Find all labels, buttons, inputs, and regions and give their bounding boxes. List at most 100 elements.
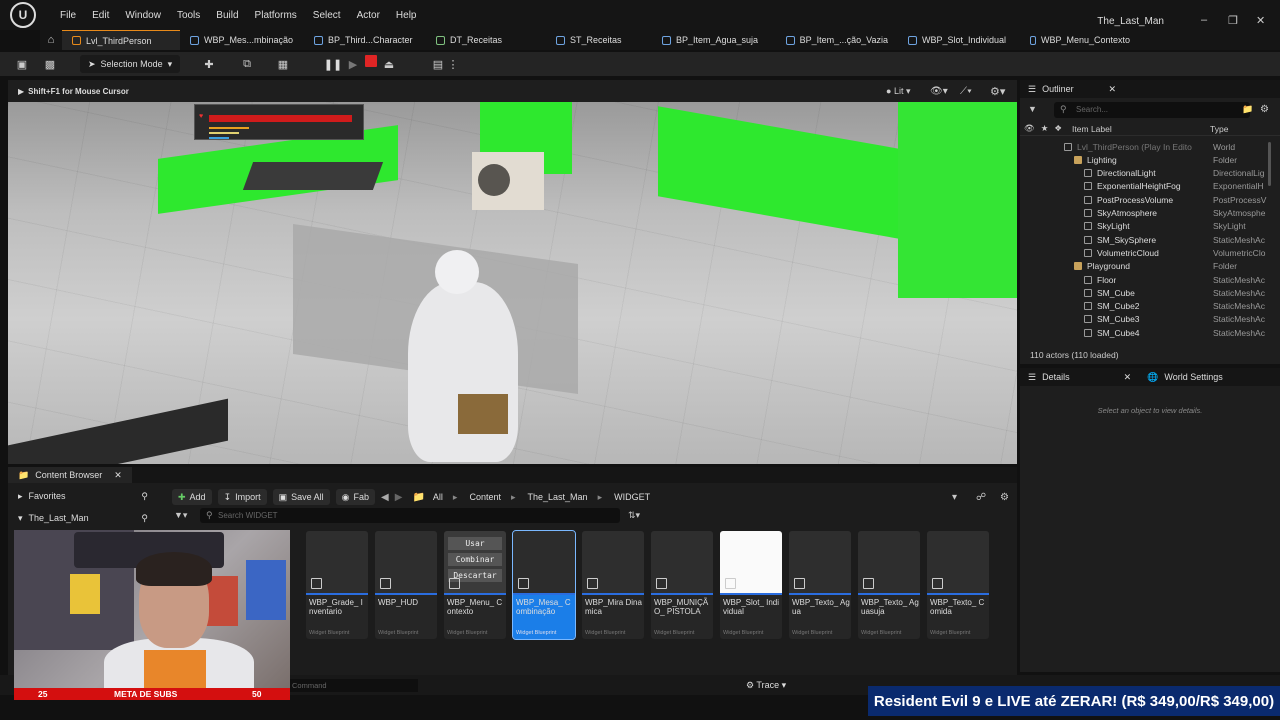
maximize-icon[interactable]: ❐ — [1228, 14, 1238, 27]
more-options-icon[interactable]: ⋮ — [448, 55, 459, 73]
asset-tile[interactable]: Usar Combinar Descartar WBP_Menu_ Contexto W… — [444, 531, 506, 639]
close-icon[interactable]: ✕ — [1124, 372, 1132, 383]
asset-tile[interactable]: WBP_Slot_ Individual Widget Blueprint — [720, 531, 782, 639]
outliner-row[interactable]: Lvl_ThirdPerson (Play In Edito World — [1020, 140, 1268, 153]
outliner-row[interactable]: SM_Cube StaticMeshAc — [1020, 286, 1268, 299]
add-folder-icon[interactable]: 📁 — [1242, 104, 1253, 115]
level-viewport[interactable]: ♥ — [8, 102, 1017, 464]
close-icon[interactable]: ✕ — [114, 470, 122, 481]
save-all-button[interactable]: ▣ Save All — [272, 489, 330, 505]
show-flags-icon[interactable]: 👁▾ — [930, 86, 948, 97]
tab-struct[interactable]: ST_Receitas — [546, 30, 652, 50]
asset-tile[interactable]: WBP_Texto_ Agua Widget Blueprint — [789, 531, 851, 639]
breadcrumb-all[interactable]: All — [433, 492, 443, 502]
outliner-row[interactable]: Floor StaticMeshAc — [1020, 273, 1268, 286]
breadcrumb-project[interactable]: The_Last_Man — [528, 492, 588, 502]
tab-datatable[interactable]: DT_Receitas — [426, 30, 546, 50]
fab-button[interactable]: ◉ Fab — [335, 489, 376, 505]
asset-tile[interactable]: WBP_MUNIÇÃO_ PISTOLA Widget Blueprint — [651, 531, 713, 639]
settings-icon[interactable]: ⚙ — [1000, 492, 1009, 503]
asset-tile[interactable]: WBP_Grade_ Inventario Widget Blueprint — [306, 531, 368, 639]
asset-tile[interactable]: WBP_Texto_ Aguasuja Widget Blueprint — [858, 531, 920, 639]
cinematics-icon[interactable]: ▦ — [272, 55, 294, 73]
chevron-down-icon[interactable]: ▾ — [952, 492, 957, 503]
filter-icon[interactable]: ▼▾ — [174, 510, 187, 521]
outliner-row[interactable]: ExponentialHeightFog ExponentialH — [1020, 180, 1268, 193]
home-icon[interactable]: ⌂ — [40, 31, 62, 49]
outliner-row[interactable]: SM_Cube4 StaticMeshAc — [1020, 326, 1268, 339]
close-icon[interactable]: ✕ — [1108, 84, 1116, 95]
tab-slot-individual[interactable]: WBP_Slot_Individual — [898, 30, 1020, 50]
outliner-row[interactable]: PostProcessVolume PostProcessV — [1020, 193, 1268, 206]
import-button[interactable]: ↧ Import — [217, 489, 267, 505]
search-icon[interactable]: ⚲ — [141, 491, 148, 502]
search-icon[interactable]: ⚲ — [141, 513, 148, 524]
details-tab[interactable]: ☰ Details — [1028, 372, 1070, 383]
tab-item-vazia[interactable]: BP_Item_...ção_Vazia — [776, 30, 898, 50]
view-mode-button[interactable]: ● Lit ▾ — [886, 86, 911, 97]
content-browser-tab[interactable]: 📁 Content Browser ✕ — [8, 467, 132, 483]
unreal-logo-icon[interactable]: U — [10, 2, 36, 28]
column-item-label[interactable]: Item Label — [1072, 124, 1112, 134]
blueprint-menu-icon[interactable]: ⧉ — [236, 55, 258, 73]
column-type[interactable]: Type — [1210, 124, 1228, 134]
tab-widget-mesa[interactable]: WBP_Mes...mbinação — [180, 30, 304, 50]
lock-icon[interactable]: ☍ — [976, 492, 986, 503]
menu-select[interactable]: Select — [305, 10, 349, 21]
save-icon[interactable]: ▣ — [14, 55, 30, 73]
outliner-search-input[interactable]: Search... — [1054, 102, 1250, 118]
filter-icon[interactable]: ▼ — [1028, 104, 1037, 114]
favorites-section[interactable]: ▸ Favorites ⚲ — [8, 486, 154, 506]
project-section[interactable]: ▾ The_Last_Man ⚲ — [8, 508, 154, 528]
outliner-tab[interactable]: ☰ Outliner ✕ — [1020, 80, 1280, 98]
asset-tile[interactable]: WBP_Texto_ Comida Widget Blueprint — [927, 531, 989, 639]
menu-help[interactable]: Help — [388, 10, 425, 21]
outliner-row[interactable]: Playground Folder — [1020, 260, 1268, 273]
menu-file[interactable]: File — [52, 10, 84, 21]
console-command-input[interactable]: Command — [286, 679, 418, 692]
tab-character[interactable]: BP_Third...Character — [304, 30, 426, 50]
menu-actor[interactable]: Actor — [349, 10, 388, 21]
outliner-scrollbar[interactable] — [1268, 142, 1271, 186]
add-actor-icon[interactable]: ✚ — [198, 55, 220, 73]
outliner-row[interactable]: SkyLight SkyLight — [1020, 220, 1268, 233]
menu-window[interactable]: Window — [117, 10, 169, 21]
outliner-row[interactable]: SM_Cube2 StaticMeshAc — [1020, 300, 1268, 313]
breadcrumb-widget[interactable]: WIDGET — [614, 492, 650, 502]
step-frame-icon[interactable]: ▶ — [346, 55, 360, 73]
viewport-menu-icon[interactable]: ▶ — [18, 87, 24, 96]
history-back-icon[interactable]: ◀ — [381, 492, 389, 503]
snapping-icon[interactable]: ⟋▾ — [960, 86, 972, 97]
sort-icon[interactable]: ⇅▾ — [628, 510, 640, 521]
outliner-row[interactable]: SM_SkySphere StaticMeshAc — [1020, 233, 1268, 246]
outliner-row[interactable]: Lighting Folder — [1020, 153, 1268, 166]
settings-icon[interactable]: ⚙ — [1260, 104, 1269, 115]
outliner-row[interactable]: VolumetricCloud VolumetricClo — [1020, 246, 1268, 259]
outliner-row[interactable]: SM_Cube3 StaticMeshAc — [1020, 313, 1268, 326]
tab-item-agua[interactable]: BP_Item_Agua_suja — [652, 30, 776, 50]
breadcrumb-content[interactable]: Content — [469, 492, 501, 502]
eject-icon[interactable]: ⏏ — [382, 55, 396, 73]
viewport-settings-icon[interactable]: ⚙▾ — [990, 85, 1005, 98]
asset-tile[interactable]: WBP_Mesa_ Combinação Widget Blueprint — [512, 530, 576, 640]
outliner-row[interactable]: SkyAtmosphere SkyAtmosphe — [1020, 207, 1268, 220]
outliner-row[interactable]: DirectionalLight DirectionalLig — [1020, 167, 1268, 180]
close-window-icon[interactable]: ✕ — [1256, 14, 1265, 27]
tab-level[interactable]: Lvl_ThirdPerson — [62, 30, 180, 50]
menu-platforms[interactable]: Platforms — [247, 10, 305, 21]
history-forward-icon[interactable]: ▶ — [395, 492, 403, 503]
source-control-icon[interactable]: ▩ — [42, 55, 58, 73]
asset-tile[interactable]: WBP_HUD Widget Blueprint — [375, 531, 437, 639]
menu-build[interactable]: Build — [208, 10, 246, 21]
tab-menu-contexto[interactable]: WBP_Menu_Contexto — [1020, 30, 1140, 50]
menu-edit[interactable]: Edit — [84, 10, 117, 21]
selection-mode-dropdown[interactable]: ➤ Selection Mode ▾ — [80, 55, 181, 73]
trace-dropdown[interactable]: ⚙ Trace ▾ — [746, 680, 786, 691]
add-button[interactable]: ✚ Add — [172, 489, 212, 505]
content-search-input[interactable]: Search WIDGET — [200, 508, 620, 523]
world-settings-tab[interactable]: 🌐 World Settings — [1147, 372, 1223, 383]
asset-tile[interactable]: WBP_Mira Dinamica Widget Blueprint — [582, 531, 644, 639]
stop-icon[interactable] — [365, 55, 377, 67]
minimize-icon[interactable]: – — [1201, 14, 1207, 26]
menu-tools[interactable]: Tools — [169, 10, 208, 21]
